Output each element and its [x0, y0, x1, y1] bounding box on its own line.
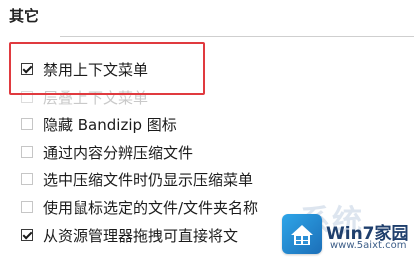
option-label: 隐藏 Bandizip 图标: [43, 115, 177, 134]
option-use-selected-name[interactable]: 使用鼠标选定的文件/文件夹名称: [21, 196, 258, 218]
house-icon: [291, 225, 313, 245]
option-hide-bandizip-icon[interactable]: 隐藏 Bandizip 图标: [21, 113, 177, 135]
option-drag-from-explorer[interactable]: 从资源管理器拖拽可直接将文: [21, 224, 238, 246]
red-highlight-box: [9, 42, 205, 95]
option-label: 通过内容分辨压缩文件: [43, 143, 194, 162]
option-show-menu-on-archive[interactable]: 选中压缩文件时仍显示压缩菜单: [21, 168, 253, 190]
checkbox-show-menu-on-archive[interactable]: [21, 173, 33, 185]
checkbox-hide-bandizip-icon[interactable]: [21, 118, 33, 130]
section-divider: [60, 36, 414, 37]
checkbox-use-selected-name[interactable]: [21, 201, 33, 213]
option-label: 从资源管理器拖拽可直接将文: [43, 226, 239, 245]
watermark-url: www.5aixt.com: [330, 240, 407, 251]
option-label: 使用鼠标选定的文件/文件夹名称: [43, 198, 259, 217]
section-title-other: 其它: [9, 7, 40, 25]
win7-house-logo-icon: [282, 214, 322, 254]
checkbox-detect-archive-by-content[interactable]: [21, 146, 33, 158]
checkbox-drag-from-explorer[interactable]: [21, 229, 33, 241]
option-detect-archive-by-content[interactable]: 通过内容分辨压缩文件: [21, 141, 193, 163]
watermark: Win7家园 www.5aixt.com: [278, 212, 414, 262]
option-label: 选中压缩文件时仍显示压缩菜单: [43, 170, 254, 189]
